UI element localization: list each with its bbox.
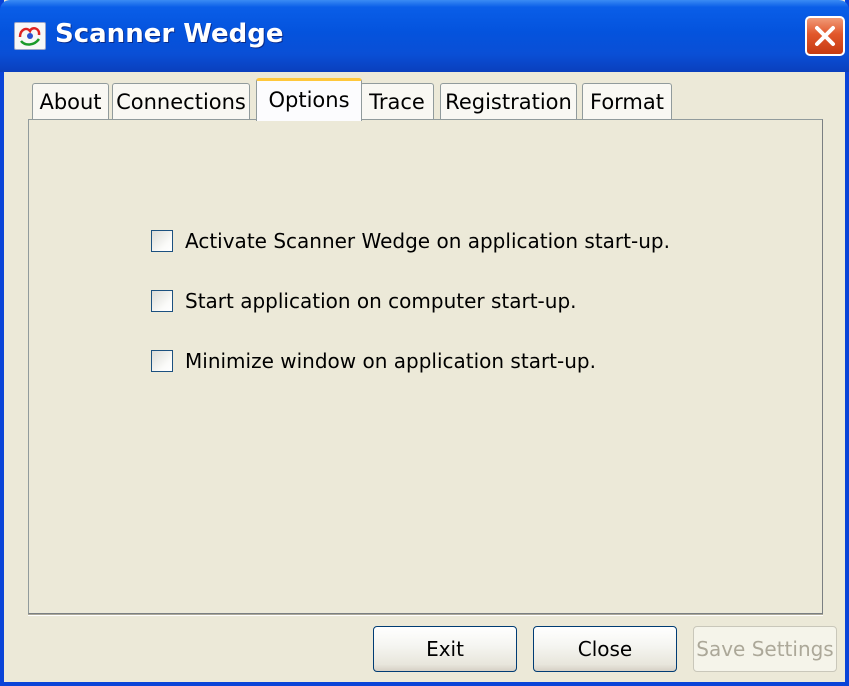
tab-options-label: Options xyxy=(268,88,350,112)
activate-on-startup-label: Activate Scanner Wedge on application st… xyxy=(185,229,670,253)
option-minimize-on-startup[interactable]: Minimize window on application start-up. xyxy=(151,346,596,376)
tab-options[interactable]: Options xyxy=(256,78,362,121)
tab-format[interactable]: Format xyxy=(582,83,672,119)
tab-trace[interactable]: Trace xyxy=(360,83,434,119)
tab-registration-label: Registration xyxy=(445,90,572,114)
start-on-computer-startup-label: Start application on computer start-up. xyxy=(185,289,577,313)
start-on-computer-startup-checkbox[interactable] xyxy=(151,290,173,312)
tab-connections-label: Connections xyxy=(116,90,246,114)
tab-strip: About Connections Options Trace Registra… xyxy=(32,78,812,121)
tab-registration[interactable]: Registration xyxy=(440,83,577,119)
close-button[interactable]: Close xyxy=(533,626,677,672)
tab-format-label: Format xyxy=(589,90,664,114)
option-activate-on-startup[interactable]: Activate Scanner Wedge on application st… xyxy=(151,226,670,256)
tab-connections[interactable]: Connections xyxy=(112,83,250,119)
options-panel: Activate Scanner Wedge on application st… xyxy=(28,119,823,614)
exit-button[interactable]: Exit xyxy=(373,626,517,672)
close-window-button[interactable] xyxy=(805,16,845,56)
scanner-wedge-window: Scanner Wedge About Connections Options … xyxy=(0,0,849,686)
minimize-on-startup-checkbox[interactable] xyxy=(151,350,173,372)
tab-trace-label: Trace xyxy=(369,90,425,114)
window-title: Scanner Wedge xyxy=(55,19,284,49)
tab-about-label: About xyxy=(39,90,102,114)
save-settings-button[interactable]: Save Settings xyxy=(693,626,837,672)
panel-divider xyxy=(28,614,823,616)
option-start-on-computer-startup[interactable]: Start application on computer start-up. xyxy=(151,286,577,316)
activate-on-startup-checkbox[interactable] xyxy=(151,230,173,252)
title-bar[interactable]: Scanner Wedge xyxy=(0,0,849,72)
app-icon xyxy=(14,22,46,50)
tab-about[interactable]: About xyxy=(32,83,109,119)
close-icon xyxy=(815,26,835,46)
minimize-on-startup-label: Minimize window on application start-up. xyxy=(185,349,596,373)
